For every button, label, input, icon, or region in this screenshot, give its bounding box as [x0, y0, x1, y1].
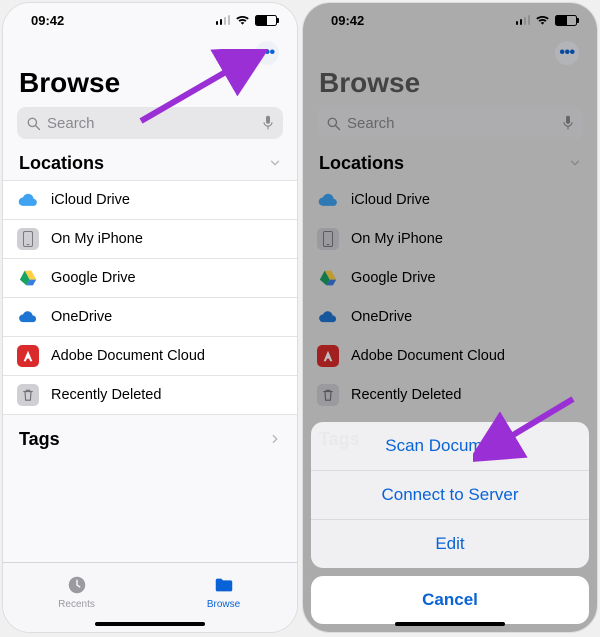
status-time: 09:42 [31, 13, 64, 28]
connect-to-server-option[interactable]: Connect to Server [311, 471, 589, 520]
dictate-icon[interactable] [262, 115, 274, 131]
tab-recents[interactable]: Recents [3, 563, 150, 620]
dictate-icon[interactable] [562, 115, 574, 131]
action-sheet: Scan Documents Connect to Server Edit Ca… [311, 422, 589, 624]
search-field[interactable] [17, 107, 283, 139]
chevron-down-icon [569, 153, 581, 174]
home-indicator[interactable] [395, 622, 505, 626]
google-drive-icon [317, 267, 339, 289]
adobe-icon [317, 345, 339, 367]
locations-header[interactable]: Locations [317, 139, 583, 180]
location-row-iphone[interactable]: On My iPhone [303, 220, 597, 259]
location-label: Recently Deleted [51, 387, 161, 403]
cellular-signal-icon [216, 15, 231, 25]
tab-browse[interactable]: Browse [150, 563, 297, 620]
onedrive-icon [17, 306, 39, 328]
location-row-deleted[interactable]: Recently Deleted [303, 376, 597, 414]
battery-icon [555, 15, 577, 26]
locations-list: iCloud Drive On My iPhone Google Drive O… [3, 180, 297, 415]
location-label: On My iPhone [51, 231, 143, 247]
location-row-gdrive[interactable]: Google Drive [303, 259, 597, 298]
locations-header[interactable]: Locations [17, 139, 283, 180]
status-bar: 09:42 [3, 3, 297, 37]
screenshot-left: 09:42 ••• Browse Locations [2, 2, 298, 633]
screenshot-right: 09:42 ••• Browse Locations [302, 2, 598, 633]
home-indicator[interactable] [95, 622, 205, 626]
chevron-right-icon [269, 429, 281, 450]
more-options-button[interactable]: ••• [555, 41, 579, 65]
google-drive-icon [17, 267, 39, 289]
location-label: OneDrive [51, 309, 112, 325]
location-row-adobe[interactable]: Adobe Document Cloud [3, 337, 297, 376]
chevron-down-icon [269, 153, 281, 174]
location-label: OneDrive [351, 309, 412, 325]
location-row-adobe[interactable]: Adobe Document Cloud [303, 337, 597, 376]
location-row-deleted[interactable]: Recently Deleted [3, 376, 297, 414]
location-label: iCloud Drive [51, 192, 130, 208]
more-options-button[interactable]: ••• [255, 41, 279, 65]
iphone-icon [17, 228, 39, 250]
onedrive-icon [317, 306, 339, 328]
page-title: Browse [17, 67, 283, 107]
search-icon [26, 116, 41, 131]
location-label: On My iPhone [351, 231, 443, 247]
location-row-gdrive[interactable]: Google Drive [3, 259, 297, 298]
search-field[interactable] [317, 107, 583, 139]
wifi-icon [235, 14, 250, 26]
adobe-icon [17, 345, 39, 367]
tags-header[interactable]: Tags [17, 415, 283, 456]
wifi-icon [535, 14, 550, 26]
search-icon [326, 116, 341, 131]
icloud-icon [17, 189, 39, 211]
status-bar: 09:42 [303, 3, 597, 37]
icloud-icon [317, 189, 339, 211]
location-row-onedrive[interactable]: OneDrive [3, 298, 297, 337]
battery-icon [255, 15, 277, 26]
search-input[interactable] [347, 115, 556, 132]
cellular-signal-icon [516, 15, 531, 25]
location-row-icloud[interactable]: iCloud Drive [3, 181, 297, 220]
location-label: Recently Deleted [351, 387, 461, 403]
cancel-button[interactable]: Cancel [311, 576, 589, 624]
trash-icon [17, 384, 39, 406]
location-label: Google Drive [51, 270, 136, 286]
status-time: 09:42 [331, 13, 364, 28]
location-label: Google Drive [351, 270, 436, 286]
page-title: Browse [317, 67, 583, 107]
location-row-onedrive[interactable]: OneDrive [303, 298, 597, 337]
location-row-icloud[interactable]: iCloud Drive [303, 181, 597, 220]
search-input[interactable] [47, 115, 256, 132]
locations-list: iCloud Drive On My iPhone Google Drive O… [303, 180, 597, 415]
location-label: Adobe Document Cloud [351, 348, 505, 364]
location-label: iCloud Drive [351, 192, 430, 208]
location-row-iphone[interactable]: On My iPhone [3, 220, 297, 259]
iphone-icon [317, 228, 339, 250]
trash-icon [317, 384, 339, 406]
location-label: Adobe Document Cloud [51, 348, 205, 364]
edit-option[interactable]: Edit [311, 520, 589, 568]
scan-documents-option[interactable]: Scan Documents [311, 422, 589, 471]
